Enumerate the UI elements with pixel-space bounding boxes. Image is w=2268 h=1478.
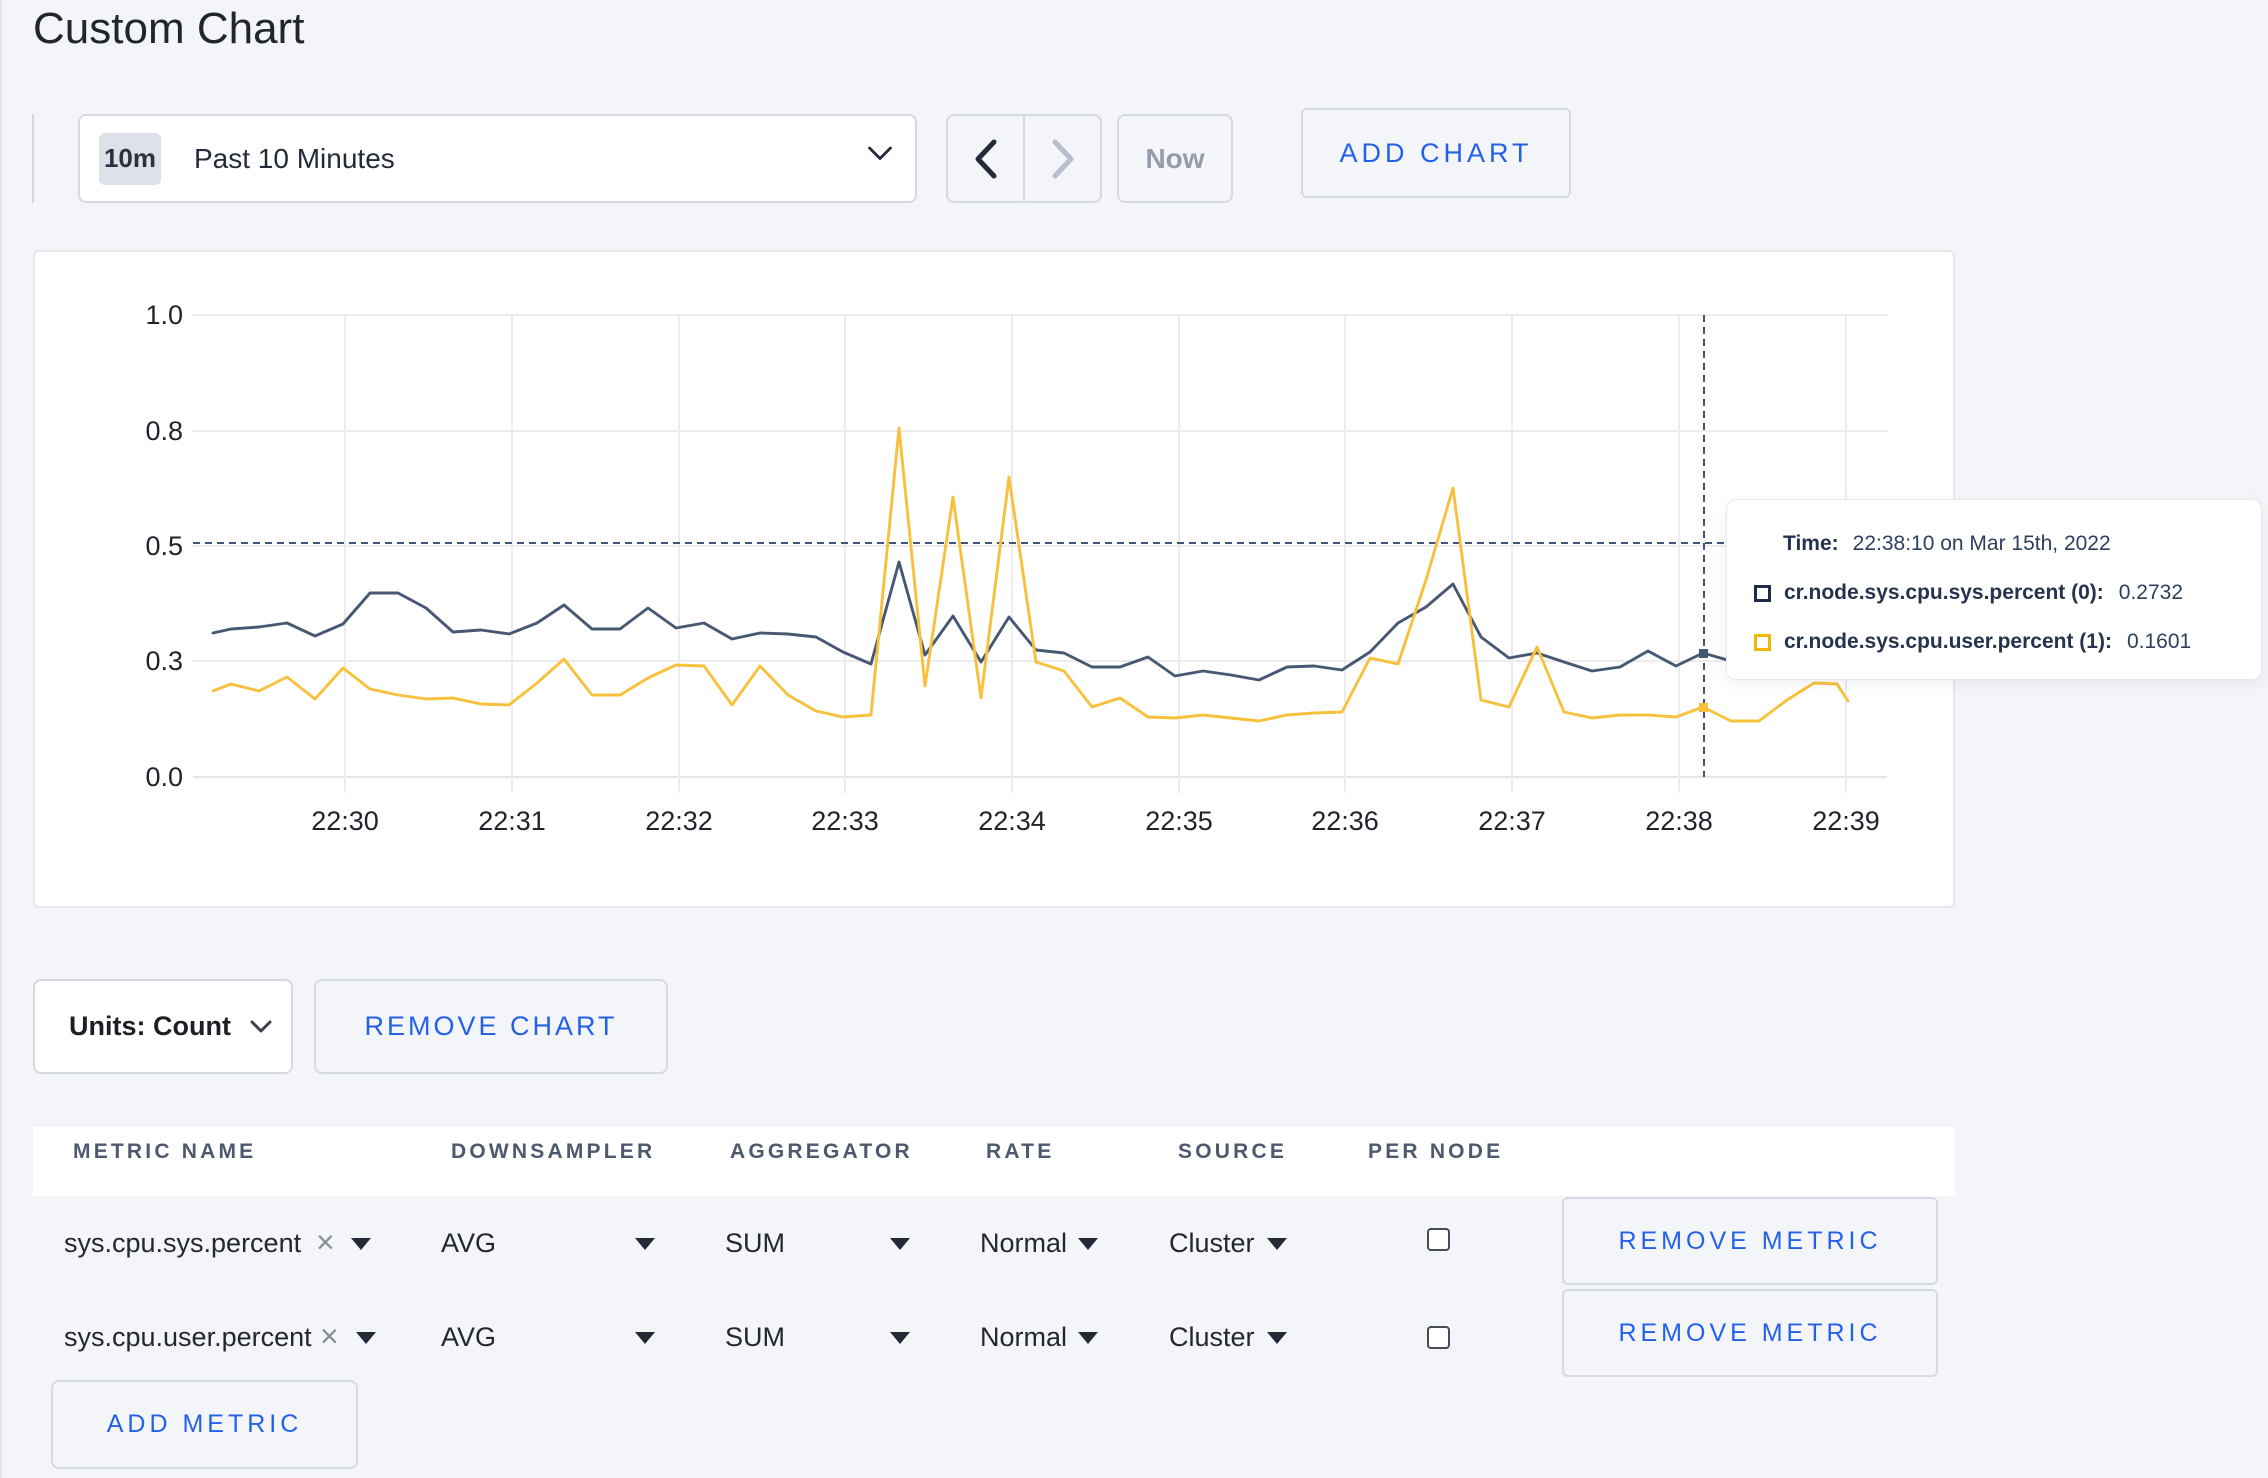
svg-text:0.3: 0.3	[145, 646, 183, 676]
svg-text:0.5: 0.5	[145, 531, 183, 561]
svg-text:22:35: 22:35	[1145, 806, 1213, 836]
svg-text:22:30: 22:30	[311, 806, 379, 836]
svg-text:1.0: 1.0	[145, 300, 183, 330]
svg-text:22:36: 22:36	[1311, 806, 1379, 836]
svg-text:0.8: 0.8	[145, 416, 183, 446]
svg-text:22:33: 22:33	[811, 806, 879, 836]
svg-text:22:37: 22:37	[1478, 806, 1546, 836]
svg-text:22:39: 22:39	[1812, 806, 1880, 836]
svg-text:22:38: 22:38	[1645, 806, 1713, 836]
svg-text:22:34: 22:34	[978, 806, 1046, 836]
svg-text:22:31: 22:31	[478, 806, 546, 836]
svg-text:22:32: 22:32	[645, 806, 713, 836]
svg-text:0.0: 0.0	[145, 762, 183, 792]
